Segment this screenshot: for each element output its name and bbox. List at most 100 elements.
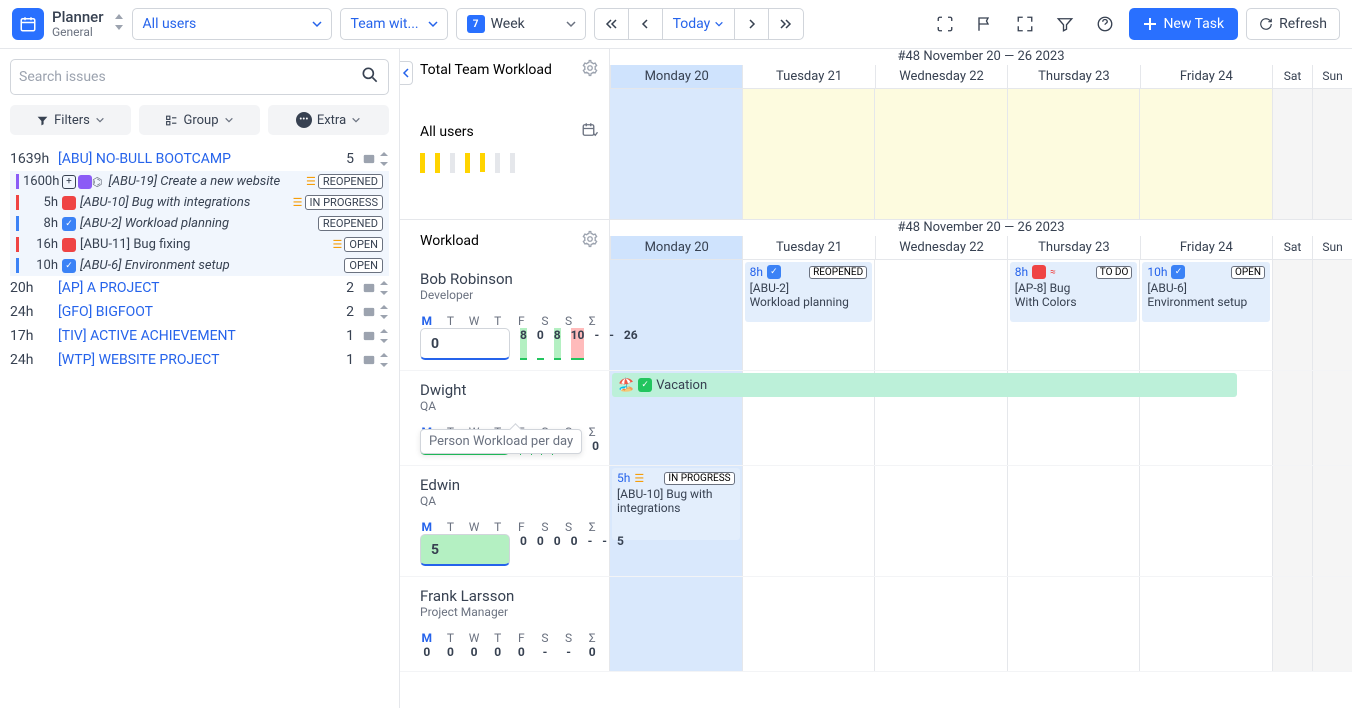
person-block: EdwinQAMTWTFSSΣ50000--55h☰IN PROGRESS[AB… <box>400 466 1352 577</box>
task-card[interactable]: 8h≈TO DO[AP-8] BugWith Colors <box>1010 262 1138 322</box>
topbar: Planner General All users Team wit... 7W… <box>0 0 1352 49</box>
main: Total Team Workload All users #48 Novemb… <box>400 49 1352 708</box>
chevron-down-icon <box>311 18 323 30</box>
search-wrap <box>10 59 389 95</box>
range-selector[interactable]: 7Week <box>456 8 586 40</box>
day-cell[interactable] <box>1007 577 1140 671</box>
more-icon: ••• <box>296 112 312 128</box>
project-row[interactable]: 1639h[ABU] NO-BULL BOOTCAMP5 <box>10 147 389 171</box>
task-card[interactable]: 8h✓REOPENED[ABU-2]Workload planning <box>745 262 873 322</box>
person-info: EdwinQAMTWTFSSΣ50000--5 <box>400 466 610 576</box>
person-block: Bob RobinsonDeveloperMTWTFSSΣ080810--26 8… <box>400 260 1352 371</box>
fullscreen-icon[interactable] <box>1009 8 1041 40</box>
day-cell[interactable]: 5h☰IN PROGRESS[ABU-10] Bug withintegrati… <box>610 466 742 576</box>
day-header: Wednesday 22 <box>875 65 1007 88</box>
total-workload-title: Total Team Workload <box>420 62 552 78</box>
flag-icon[interactable] <box>969 8 1001 40</box>
day-header: Monday 20 <box>610 65 742 88</box>
nav-first-button[interactable] <box>595 9 629 39</box>
users-selector[interactable]: All users <box>132 8 332 40</box>
day-header: Sat <box>1272 65 1312 88</box>
person-info: Bob RobinsonDeveloperMTWTFSSΣ080810--26 <box>400 260 610 370</box>
all-users-label: All users <box>420 124 474 140</box>
nav-next-button[interactable] <box>735 9 769 39</box>
day-cell[interactable] <box>1312 466 1352 576</box>
nav-today-button[interactable]: Today <box>663 9 736 39</box>
tooltip: Person Workload per day <box>420 429 582 454</box>
status-badge: OPEN <box>344 258 383 273</box>
day-cell[interactable] <box>1139 466 1272 576</box>
day-cell[interactable]: 8h≈TO DO[AP-8] BugWith Colors <box>1007 260 1140 370</box>
day-cell[interactable] <box>742 466 875 576</box>
project-row[interactable]: 17h[TIV] ACTIVE ACHIEVEMENT1 <box>10 324 389 348</box>
gear-icon[interactable] <box>581 59 599 81</box>
gear-icon[interactable] <box>581 230 599 252</box>
day-cell[interactable] <box>1007 466 1140 576</box>
day-header: Friday 24 <box>1140 65 1272 88</box>
task-card[interactable]: 5h☰IN PROGRESS[ABU-10] Bug withintegrati… <box>612 468 740 540</box>
subtask-list: 1600h+⌬[ABU-19] Create a new website☰REO… <box>10 171 389 276</box>
day-cell[interactable] <box>874 466 1007 576</box>
nav-prev-button[interactable] <box>629 9 663 39</box>
day-cell[interactable]: 10h✓OPEN[ABU-6]Environment setup <box>1139 260 1272 370</box>
subtask-row[interactable]: 1600h+⌬[ABU-19] Create a new website☰REO… <box>10 171 389 192</box>
day-header: Sun <box>1312 65 1352 88</box>
project-row[interactable]: 20h[AP] A PROJECT2 <box>10 276 389 300</box>
subtask-row[interactable]: 5h[ABU-10] Bug with integrations☰IN PROG… <box>10 192 389 213</box>
subtask-row[interactable]: 10h✓[ABU-6] Environment setupOPEN <box>10 255 389 276</box>
day-cell[interactable] <box>1312 371 1352 465</box>
subtask-row[interactable]: 8h✓[ABU-2] Workload planningREOPENED <box>10 213 389 234</box>
new-task-button[interactable]: New Task <box>1129 8 1238 40</box>
refresh-button[interactable]: Refresh <box>1246 8 1340 40</box>
project-row[interactable]: 24h[GFO] BIGFOOT2 <box>10 300 389 324</box>
chevron-down-icon <box>565 18 577 30</box>
search-input[interactable] <box>19 69 360 85</box>
calendar-icon[interactable] <box>581 121 599 143</box>
collapse-sidebar-button[interactable] <box>400 61 413 85</box>
day-cell[interactable] <box>874 260 1007 370</box>
status-badge: IN PROGRESS <box>305 195 383 210</box>
group-button[interactable]: Group <box>139 105 260 135</box>
day-cell[interactable]: 8h✓REOPENED[ABU-2]Workload planning <box>742 260 875 370</box>
subtask-row[interactable]: 16h[ABU-11] Bug fixing☰OPEN <box>10 234 389 255</box>
day-cell[interactable] <box>1272 371 1312 465</box>
team-selector[interactable]: Team wit... <box>340 8 448 40</box>
day-cell[interactable] <box>1272 577 1312 671</box>
day-header: Tuesday 21 <box>742 65 874 88</box>
nav-last-button[interactable] <box>769 9 803 39</box>
extra-button[interactable]: •••Extra <box>268 105 389 135</box>
filter-icon[interactable] <box>1049 8 1081 40</box>
day-cell[interactable] <box>1312 260 1352 370</box>
priority-icon: ☰ <box>333 238 343 251</box>
brand-icon <box>12 8 44 40</box>
sidebar: Filters Group •••Extra 1639h[ABU] NO-BUL… <box>0 49 400 708</box>
priority-icon: ☰ <box>293 196 303 209</box>
filters-button[interactable]: Filters <box>10 105 131 135</box>
day-cell[interactable] <box>742 577 875 671</box>
brand-switch-icon[interactable] <box>114 14 124 34</box>
week-header-top: #48 November 20 — 26 2023 Monday 20 Tues… <box>610 49 1352 89</box>
chevron-down-icon <box>714 19 724 29</box>
day-cell[interactable] <box>610 577 742 671</box>
day-cell[interactable]: 🏖️ ✓ Vacation <box>610 371 742 465</box>
task-card[interactable]: 10h✓OPEN[ABU-6]Environment setup <box>1142 262 1270 322</box>
day-cell[interactable] <box>1272 260 1312 370</box>
day-cell[interactable] <box>1312 577 1352 671</box>
scan-icon[interactable] <box>929 8 961 40</box>
day-cell[interactable] <box>874 577 1007 671</box>
date-nav: Today <box>594 8 805 40</box>
search-icon[interactable] <box>360 65 380 89</box>
project-row[interactable]: 24h[WTP] WEBSITE PROJECT1 <box>10 348 389 372</box>
expand-icon[interactable]: + <box>62 175 76 189</box>
priority-icon: ☰ <box>306 175 316 188</box>
help-icon[interactable] <box>1089 8 1121 40</box>
brand: Planner General <box>12 8 124 40</box>
person-block: Frank LarssonProject ManagerMTWTFSSΣ0000… <box>400 577 1352 672</box>
status-badge: OPEN <box>344 237 383 252</box>
vacation-bar[interactable]: 🏖️ ✓ Vacation <box>612 373 1237 397</box>
person-info: Frank LarssonProject ManagerMTWTFSSΣ0000… <box>400 577 610 671</box>
day-cell[interactable] <box>1272 466 1312 576</box>
chevron-down-icon <box>427 18 439 30</box>
day-cell[interactable] <box>1139 577 1272 671</box>
workload-mini-bars <box>420 153 599 173</box>
